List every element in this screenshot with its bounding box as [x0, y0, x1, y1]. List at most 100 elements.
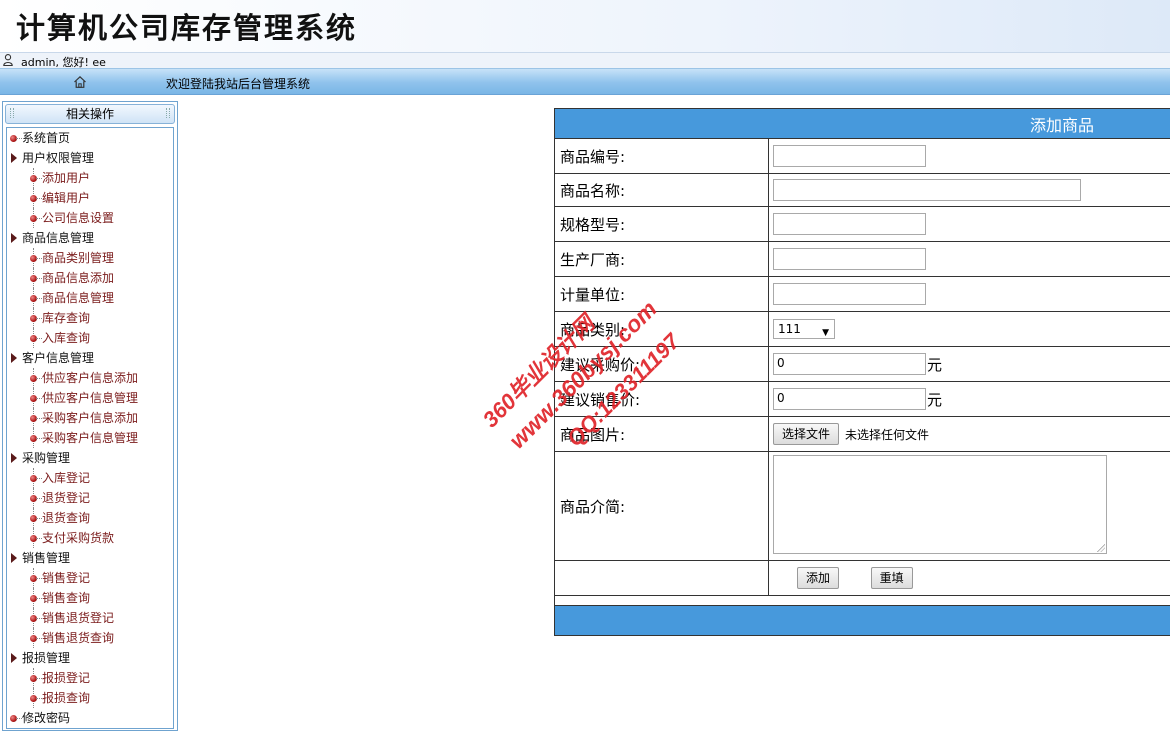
unit-input[interactable] — [773, 283, 926, 305]
tree-item-label: 公司信息设置 — [42, 211, 115, 225]
tree-item-label: 报损管理 — [22, 651, 71, 665]
tree-item-label: 报损查询 — [42, 691, 91, 705]
tree-item[interactable]: 报损查询 — [7, 688, 173, 708]
tree-item[interactable]: 入库查询 — [7, 328, 173, 348]
form-title-bar: 添加商品 — [554, 108, 1170, 139]
tree-item[interactable]: 公司信息设置 — [7, 208, 173, 228]
tree-item[interactable]: 支付采购货款 — [7, 528, 173, 548]
tree-item[interactable]: 供应客户信息管理 — [7, 388, 173, 408]
expand-arrow-icon[interactable] — [11, 233, 17, 243]
tree-item-label: 销售退货查询 — [42, 631, 115, 645]
code-label: 商品编号: — [554, 138, 769, 174]
tree-item-label: 添加用户 — [42, 171, 91, 185]
tree-item-label: 商品类别管理 — [42, 251, 115, 265]
form-title: 添加商品 — [1030, 115, 1095, 135]
expand-arrow-icon[interactable] — [11, 653, 17, 663]
intro-textarea[interactable] — [773, 454, 1107, 554]
tree-item-label: 销售查询 — [42, 591, 91, 605]
nav-bar: 欢迎登陆我站后台管理系统 — [0, 68, 1170, 95]
expand-arrow-icon[interactable] — [11, 553, 17, 563]
tree-folder[interactable]: 销售管理 — [7, 548, 173, 568]
tree-item[interactable]: 销售登记 — [7, 568, 173, 588]
tree-item[interactable]: 库存查询 — [7, 308, 173, 328]
tree-item-label: 商品信息管理 — [22, 231, 95, 245]
maker-label: 生产厂商: — [554, 241, 769, 277]
add-button[interactable]: 添加 — [797, 567, 840, 589]
tree-item[interactable]: 商品信息管理 — [7, 288, 173, 308]
tree-item-label: 客户信息管理 — [22, 351, 95, 365]
tree-item-label: 采购管理 — [22, 451, 71, 465]
home-icon[interactable] — [73, 75, 87, 89]
tree-folder[interactable]: 商品信息管理 — [7, 228, 173, 248]
reset-button[interactable]: 重填 — [870, 567, 913, 589]
buy-price-input[interactable]: 0 — [773, 353, 926, 375]
tree-item[interactable]: 采购客户信息添加 — [7, 408, 173, 428]
buy-price-unit: 元 — [927, 355, 943, 374]
tree-item[interactable]: 退货登记 — [7, 488, 173, 508]
tree-folder[interactable]: 客户信息管理 — [7, 348, 173, 368]
tree-top-item[interactable]: 系统首页 — [7, 128, 173, 148]
product-code-input[interactable] — [773, 145, 926, 167]
sidebar: 相关操作 系统首页 用户权限管理 添加用户 编辑用户 公司信息设置 商品信息管理 商品类别管… — [2, 101, 178, 731]
form-spacer-row — [554, 595, 1170, 606]
file-status: 未选择任何文件 — [845, 427, 930, 442]
grip-icon — [166, 108, 170, 118]
unit-label: 计量单位: — [554, 276, 769, 312]
sidebar-header-label: 相关操作 — [65, 107, 114, 121]
buttons-spacer — [554, 560, 769, 596]
tree-item-label: 退货登记 — [42, 491, 91, 505]
tree-item-label: 采购客户信息添加 — [42, 411, 139, 425]
tree-item-label: 库存查询 — [42, 311, 91, 325]
tree-item-label: 修改密码 — [22, 711, 71, 725]
app-title: 计算机公司库存管理系统 — [16, 11, 358, 45]
tree-item[interactable]: 销售退货查询 — [7, 628, 173, 648]
tree-top-item[interactable]: 修改密码 — [7, 708, 173, 728]
form-footer-bar — [554, 605, 1170, 636]
tree-folder[interactable]: 采购管理 — [7, 448, 173, 468]
tree-item-label: 销售登记 — [42, 571, 91, 585]
app-banner: 计算机公司库存管理系统 — [0, 0, 1170, 52]
resize-grip-icon[interactable] — [1097, 543, 1105, 552]
tree-item-label: 销售管理 — [22, 551, 71, 565]
tree-item[interactable]: 销售查询 — [7, 588, 173, 608]
tree-item-label: 供应客户信息管理 — [42, 391, 139, 405]
tree-item[interactable]: 商品类别管理 — [7, 248, 173, 268]
tree-item[interactable]: 编辑用户 — [7, 188, 173, 208]
user-bar: admin, 您好! ee — [0, 52, 1170, 69]
tree-item[interactable]: 入库登记 — [7, 468, 173, 488]
expand-arrow-icon[interactable] — [11, 153, 17, 163]
buy-price-label: 建议采购价: — [554, 346, 769, 382]
tree-item[interactable]: 报损登记 — [7, 668, 173, 688]
user-icon — [3, 54, 13, 66]
tree-folder[interactable]: 报损管理 — [7, 648, 173, 668]
tree-item-label: 支付采购货款 — [42, 531, 115, 545]
grip-icon — [10, 108, 14, 118]
tree-folder[interactable]: 用户权限管理 — [7, 148, 173, 168]
tree-item-label: 入库查询 — [42, 331, 91, 345]
welcome-text: 欢迎登陆我站后台管理系统 — [166, 77, 311, 91]
choose-file-button[interactable]: 选择文件 — [773, 423, 840, 445]
sell-price-unit: 元 — [927, 390, 943, 409]
tree-item-label: 报损登记 — [42, 671, 91, 685]
category-label: 商品类别: — [554, 311, 769, 347]
tree-item[interactable]: 供应客户信息添加 — [7, 368, 173, 388]
intro-label: 商品介简: — [554, 451, 769, 561]
tree-item-label: 销售退货登记 — [42, 611, 115, 625]
category-selected: 111 — [778, 322, 801, 336]
tree-item[interactable]: 退货查询 — [7, 508, 173, 528]
expand-arrow-icon[interactable] — [11, 453, 17, 463]
image-label: 商品图片: — [554, 416, 769, 452]
tree-item[interactable]: 采购客户信息管理 — [7, 428, 173, 448]
maker-input[interactable] — [773, 248, 926, 270]
expand-arrow-icon[interactable] — [11, 353, 17, 363]
tree-item-label: 供应客户信息添加 — [42, 371, 139, 385]
tree-item[interactable]: 商品信息添加 — [7, 268, 173, 288]
tree-item[interactable]: 添加用户 — [7, 168, 173, 188]
sell-price-input[interactable]: 0 — [773, 388, 926, 410]
tree-item[interactable]: 销售退货登记 — [7, 608, 173, 628]
sidebar-header: 相关操作 — [5, 104, 175, 124]
name-label: 商品名称: — [554, 173, 769, 207]
spec-input[interactable] — [773, 213, 926, 235]
category-select[interactable]: 111 ▼ — [773, 319, 835, 339]
product-name-input[interactable] — [773, 179, 1081, 201]
